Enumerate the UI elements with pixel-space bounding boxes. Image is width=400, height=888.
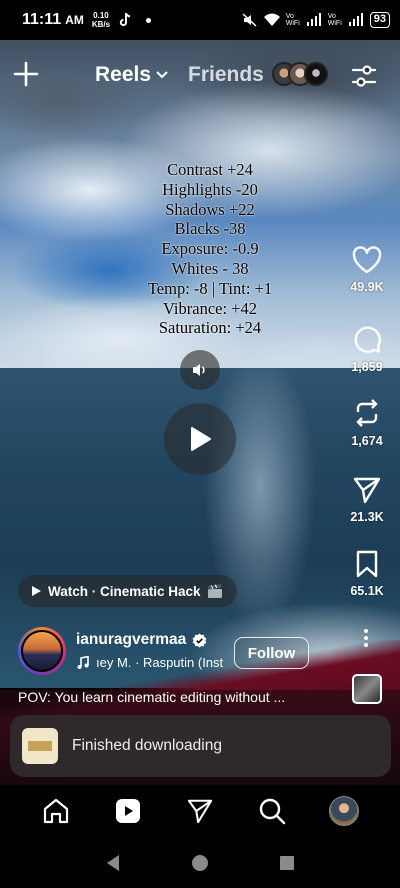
- status-right-group: Vo WiFi Vo WiFi 93: [242, 12, 390, 28]
- back-triangle-icon: [107, 854, 120, 871]
- signal-icon-1: [306, 13, 321, 26]
- like-count: 49.9K: [350, 280, 384, 294]
- tiktok-notification-icon: [119, 12, 131, 27]
- like-button[interactable]: 49.9K: [334, 246, 400, 294]
- system-home-button[interactable]: [188, 851, 212, 875]
- notification-dot-icon: [146, 17, 152, 23]
- reels-header: Reels Friends: [0, 52, 400, 98]
- overlay-line: Exposure: -0.9: [161, 239, 259, 259]
- toast-thumbnail: [22, 728, 58, 764]
- play-button[interactable]: [164, 403, 236, 475]
- nav-home[interactable]: [36, 791, 76, 831]
- comment-button[interactable]: 1,859: [334, 324, 400, 374]
- audio-thumbnail[interactable]: [352, 674, 382, 704]
- vowifi-label-1: Vo WiFi: [285, 13, 300, 27]
- battery-indicator: 93: [369, 12, 390, 28]
- filter-icon[interactable]: [350, 62, 378, 90]
- friend-avatar-3: [304, 62, 328, 86]
- status-time: 11:11: [22, 11, 62, 28]
- overlay-line: Vibrance: +42: [163, 298, 257, 318]
- profile-avatar: [329, 796, 359, 826]
- comment-icon: [354, 326, 381, 353]
- author-avatar[interactable]: [18, 627, 66, 675]
- watch-pill-label: Watch · Cinematic Hack: [48, 583, 201, 599]
- play-small-icon: [32, 586, 41, 596]
- overlay-line: Contrast +24: [167, 160, 253, 179]
- author-avatar-image: [21, 630, 63, 672]
- share-count: 21.3K: [350, 510, 384, 524]
- author-username-text: ianuragvermaa: [76, 631, 187, 648]
- overlay-line: Temp: -8 | Tint: +1: [147, 278, 273, 298]
- more-options-icon[interactable]: [356, 628, 376, 648]
- tab-reels-label: Reels: [95, 63, 152, 86]
- tab-friends[interactable]: Friends: [188, 63, 264, 87]
- chevron-down-icon: [156, 71, 168, 79]
- music-note-icon: [77, 655, 89, 669]
- recents-square-icon: [279, 855, 294, 870]
- plus-icon[interactable]: [12, 60, 40, 88]
- sound-button[interactable]: [180, 350, 220, 390]
- overlay-line: Shadows +22: [165, 199, 255, 219]
- bottom-nav: [0, 785, 400, 837]
- save-button[interactable]: 65.1K: [334, 550, 400, 598]
- overlay-line: Saturation: +24: [158, 318, 262, 338]
- audio-track[interactable]: ıey M. · Rasputin (Inst: [76, 655, 226, 670]
- repost-count: 1,674: [351, 434, 383, 448]
- reels-icon: [116, 799, 140, 823]
- search-icon: [259, 798, 286, 825]
- repost-button[interactable]: 1,674: [334, 398, 400, 448]
- tab-friends-label: Friends: [188, 63, 264, 86]
- status-network-speed: 0.10 KB/s: [92, 11, 110, 29]
- video-text-overlay: Contrast +24 Highlights -20 Shadows +22 …: [140, 160, 280, 338]
- heart-icon: [352, 246, 382, 274]
- play-icon: [191, 427, 211, 451]
- home-icon: [43, 798, 69, 824]
- nav-reels[interactable]: [108, 791, 148, 831]
- overlay-line: Blacks -38: [174, 219, 246, 239]
- share-button[interactable]: 21.3K: [334, 476, 400, 524]
- post-caption[interactable]: POV: You learn cinematic editing without…: [18, 689, 338, 705]
- toast-thumbnail-image: [28, 741, 52, 751]
- watch-series-pill[interactable]: Watch · Cinematic Hack: [18, 575, 237, 607]
- wifi-icon: [263, 13, 280, 26]
- mute-icon: [242, 13, 257, 27]
- reels-screen: 11:11 AM 0.10 KB/s Vo WiFi Vo WiFi 93 Re…: [0, 0, 400, 888]
- bookmark-icon: [356, 550, 378, 578]
- save-count: 65.1K: [350, 584, 384, 598]
- overlay-line: Highlights -20: [162, 179, 258, 199]
- follow-button-label: Follow: [247, 644, 296, 662]
- system-nav-bar: [0, 837, 400, 888]
- friend-avatars[interactable]: [272, 62, 332, 88]
- audio-track-text: ıey M. · Rasputin (Inst: [96, 655, 224, 670]
- nav-messages[interactable]: [180, 791, 220, 831]
- send-icon: [353, 477, 381, 504]
- status-speed-value: 0.10: [93, 11, 109, 20]
- vowifi-label-2: Vo WiFi: [327, 13, 342, 27]
- follow-button[interactable]: Follow: [234, 637, 309, 669]
- overlay-line: Whites - 38: [171, 258, 249, 278]
- status-bar: 11:11 AM 0.10 KB/s Vo WiFi Vo WiFi 93: [0, 0, 400, 40]
- status-speed-unit: KB/s: [91, 20, 111, 29]
- nav-profile[interactable]: [324, 791, 364, 831]
- verified-badge-icon: [192, 632, 207, 648]
- status-ampm: AM: [65, 13, 84, 27]
- download-toast[interactable]: Finished downloading: [10, 715, 391, 777]
- tab-reels[interactable]: Reels: [95, 63, 169, 87]
- system-recents-button[interactable]: [275, 851, 299, 875]
- system-back-button[interactable]: [101, 851, 125, 875]
- clapperboard-icon: [207, 584, 222, 598]
- home-circle-icon: [191, 854, 208, 871]
- comment-count: 1,859: [351, 360, 383, 374]
- author-username[interactable]: ianuragvermaa: [76, 631, 207, 649]
- nav-search[interactable]: [252, 791, 292, 831]
- speaker-icon: [193, 364, 205, 376]
- signal-icon-2: [348, 13, 363, 26]
- send-icon: [187, 799, 213, 824]
- toast-message: Finished downloading: [72, 737, 222, 754]
- repost-icon: [356, 399, 378, 427]
